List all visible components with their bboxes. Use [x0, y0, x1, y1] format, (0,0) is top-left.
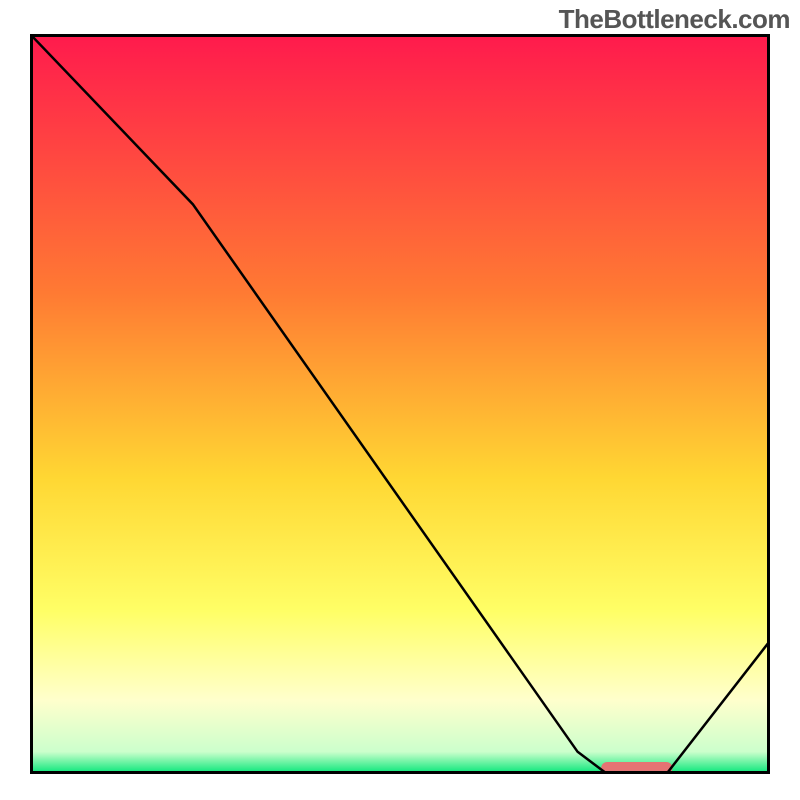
gradient-background — [30, 34, 770, 774]
watermark-text: TheBottleneck.com — [559, 4, 790, 35]
chart-svg — [30, 34, 770, 774]
plot-area — [30, 34, 770, 774]
chart-container: TheBottleneck.com — [0, 0, 800, 800]
